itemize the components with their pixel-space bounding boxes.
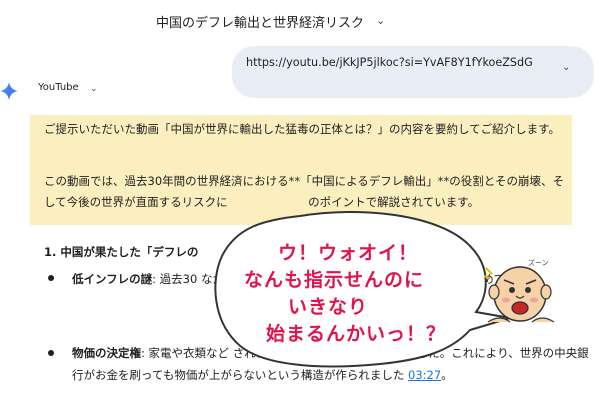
user-message-bubble: https://youtu.be/jKkJP5jlkoc?si=YvAF8Y1f…: [232, 46, 594, 98]
model-source-label[interactable]: YouTube: [38, 82, 79, 93]
overlay-text-line: なんも指示せんのに: [244, 269, 425, 291]
overlay-text-line: 始まるんかいっ！？: [266, 323, 447, 345]
bullet-end: 。: [441, 368, 453, 382]
character-sound-label: ズーン: [528, 259, 549, 267]
summary-highlight-box: ご提示いただいた動画「中国が世界に輸出した猛毒の正体とは？」の内容を要約してご紹…: [30, 115, 572, 225]
chat-title-bar[interactable]: 中国のデフレ輸出と世界経済リスク ⌄: [0, 10, 600, 36]
section-heading: 1. 中国が果たした「デフレの: [44, 245, 199, 259]
bullet-body: : 家電や衣類など され、物価の決定権が中国に移りました。これにより、世界の中央…: [72, 346, 589, 382]
summary-paragraph-body: この動画では、過去30年間の世界経済における**「中国によるデフレ輸出」**の役…: [44, 174, 564, 209]
bullet-dot: [48, 350, 54, 356]
bullet-dot: [48, 275, 54, 281]
chat-title[interactable]: 中国のデフレ輸出と世界経済リスク: [156, 12, 364, 31]
bullet-term: 物価の決定権: [72, 346, 141, 360]
chevron-down-icon[interactable]: ⌄: [376, 14, 385, 27]
overlay-text-line: いきなり: [288, 296, 369, 318]
gemini-spark-icon: [0, 82, 18, 100]
expand-chevron-icon[interactable]: ⌄: [562, 62, 570, 73]
list-item: 物価の決定権: 家電や衣類など され、物価の決定権が中国に移りました。これにより…: [72, 342, 592, 386]
bullet-term: 低インフレの謎: [72, 272, 153, 286]
user-message-text: https://youtu.be/jKkJP5jlkoc?si=YvAF8Y1f…: [246, 56, 533, 69]
timestamp-link[interactable]: 03:27: [408, 368, 441, 382]
summary-paragraph-intro: ご提示いただいた動画「中国が世界に輸出した猛毒の正体とは？」の内容を要約してご紹…: [44, 122, 560, 136]
chevron-down-icon[interactable]: ⌄: [90, 84, 98, 94]
cartoon-character-icon: [483, 266, 555, 323]
overlay-text-line: ウ！ウォオイ！: [278, 242, 419, 264]
